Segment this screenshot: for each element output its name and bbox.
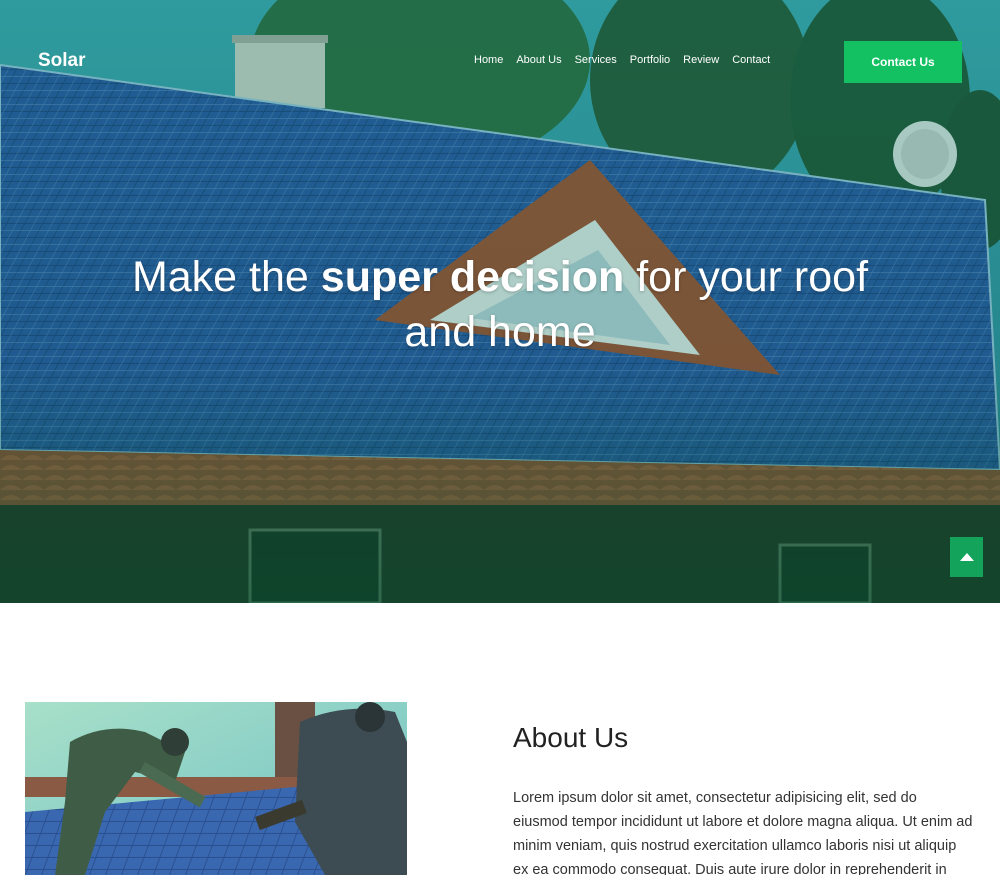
hero-section: Solar Home About Us Services Portfolio R… bbox=[0, 0, 1000, 603]
nav-review[interactable]: Review bbox=[683, 54, 719, 66]
hero-title-bold: super decision bbox=[320, 253, 625, 301]
nav-home[interactable]: Home bbox=[474, 54, 503, 66]
nav-contact[interactable]: Contact bbox=[732, 54, 770, 66]
contact-us-button[interactable]: Contact Us bbox=[844, 41, 962, 83]
about-title: About Us bbox=[513, 722, 629, 753]
scroll-to-top-button[interactable] bbox=[950, 537, 983, 577]
nav-about-us[interactable]: About Us bbox=[516, 54, 561, 66]
about-image bbox=[25, 702, 407, 875]
hero-title-pre: Make the bbox=[131, 253, 321, 301]
navbar: Solar Home About Us Services Portfolio R… bbox=[0, 0, 1000, 124]
hero-title: Make the super decision for your roof an… bbox=[100, 250, 900, 360]
about-text: Lorem ipsum dolor sit amet, consectetur … bbox=[513, 790, 973, 875]
nav-services[interactable]: Services bbox=[575, 54, 617, 66]
brand-logo[interactable]: Solar bbox=[38, 50, 86, 72]
main-nav: Home About Us Services Portfolio Review … bbox=[474, 54, 770, 66]
nav-portfolio[interactable]: Portfolio bbox=[630, 54, 670, 66]
chevron-up-icon bbox=[959, 553, 974, 561]
